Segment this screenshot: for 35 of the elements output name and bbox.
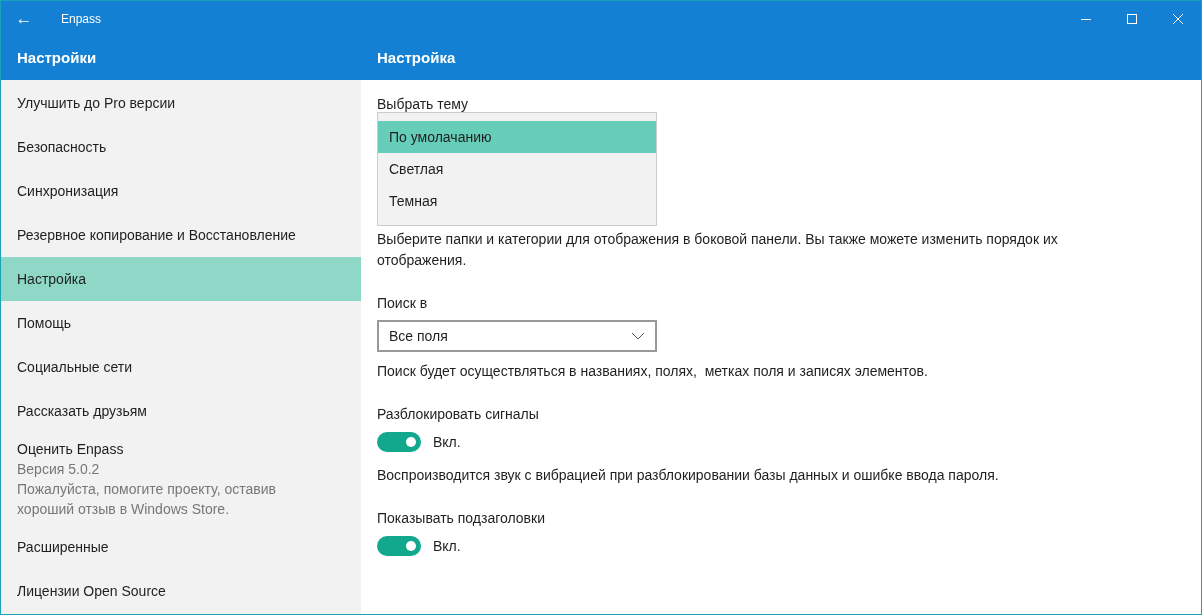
sidebar-item[interactable]: Синхронизация [1,169,361,213]
sidebar-item[interactable]: Помощь [1,301,361,345]
sidebar-item[interactable]: Резервное копирование и Восстановление [1,213,361,257]
sidebar-item[interactable]: Улучшить до Pro версии [1,81,361,125]
search-scope-dropdown[interactable]: Все поля [377,320,657,352]
sidebar-item[interactable]: Рассказать друзьям [1,389,361,433]
description-text: Выберите папки и категории для отображения в боковой панели. Вы также можете изменить порядок их отображения. [377,230,1059,270]
info-text: Пожалуйста, помогите проекту, оставив хороший отзыв в Windows Store. [17,480,277,519]
sidebar-item[interactable]: Оценить Enpass [17,439,345,459]
maximize-icon [1127,13,1137,24]
toggle-switch[interactable] [377,536,421,556]
field-label: Поиск в [377,294,428,313]
back-button[interactable]: ← [1,1,47,36]
info-text: Версия 5.0.2 [17,460,101,479]
description-text: Поиск будет осуществляться в названиях, полях, метках поля и записях элементов. [377,362,929,381]
field-label: Показывать подзаголовки [377,509,545,528]
toggle-state-text: Вкл. [433,432,461,452]
window-title: Enpass [61,10,102,28]
dropdown-option[interactable]: Светлая [378,153,656,185]
close-icon [1173,13,1183,24]
toggle-switch[interactable] [377,432,421,452]
field-label: Разблокировать сигналы [377,405,539,424]
dropdown-option[interactable]: Темная [378,185,656,217]
sidebar-item[interactable]: Лицензии Open Source [1,569,361,613]
toggle-state-text: Вкл. [433,536,461,556]
dropdown-option[interactable]: По умолачанию [378,121,656,153]
sidebar-item[interactable]: Настройка [1,257,361,301]
chevron-down-icon [631,332,645,340]
sidebar-item[interactable]: Безопасность [1,125,361,169]
sidebar-item[interactable]: Социальные сети [1,345,361,389]
sidebar-title: Настройки [17,48,97,66]
description-text: Воспроизводится звук с вибрацией при разблокировании базы данных и ошибке ввода пароля. [377,466,1000,485]
page-title: Настройка [377,48,456,66]
field-label: Выбрать тему [377,95,469,114]
sidebar-item[interactable]: Расширенные [1,525,361,569]
